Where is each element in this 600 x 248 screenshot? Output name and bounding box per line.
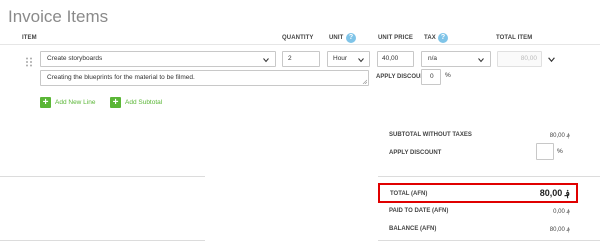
resize-handle-icon[interactable] (362, 79, 367, 84)
line-discount-input[interactable]: 0 (421, 69, 441, 85)
balance-label: BALANCE (AFN) (389, 226, 437, 232)
summary-apply-discount-label: APPLY DISCOUNT (389, 150, 442, 156)
column-header-total-item: TOTAL ITEM (496, 35, 533, 41)
summary-divider-right (378, 176, 600, 177)
section-title: Invoice Items (8, 7, 109, 26)
total-label: TOTAL (AFN) (390, 191, 428, 197)
bottom-divider-left (0, 240, 205, 241)
paid-to-date-value: 0,00 ؋ (553, 209, 570, 215)
column-header-quantity: QUANTITY (282, 35, 314, 41)
balance-value: 80,00 ؋ (549, 227, 570, 233)
line-discount-value: 0 (430, 73, 434, 80)
total-item-field: 80,00 (497, 51, 542, 67)
column-header-unit-price: UNIT PRICE (378, 35, 414, 41)
column-header-item: ITEM (22, 35, 37, 41)
plus-icon: + (110, 97, 121, 108)
plus-icon: + (40, 97, 51, 108)
unit-help-icon[interactable]: ? (346, 33, 356, 43)
chevron-down-icon (478, 58, 484, 63)
line-discount-unit: % (445, 72, 451, 79)
summary-discount-unit: % (557, 148, 563, 155)
total-highlight: TOTAL (AFN) 80,00 ؋ (378, 183, 578, 203)
chevron-down-icon (263, 58, 269, 63)
add-new-line-label: Add New Line (55, 99, 96, 106)
add-subtotal-label: Add Subtotal (125, 99, 163, 106)
description-value: Creating the blueprints for the material… (47, 74, 195, 81)
column-header-unit: UNIT (329, 35, 344, 41)
summary-divider-left (0, 176, 205, 177)
paid-to-date-label: PAID TO DATE (AFN) (389, 208, 449, 214)
drag-handle-icon[interactable] (25, 54, 33, 67)
total-item-value: 80,00 (520, 55, 537, 62)
quantity-input[interactable]: 2 (282, 51, 320, 67)
tax-select[interactable]: n/a (421, 51, 491, 67)
row-options-chevron-icon[interactable] (548, 56, 555, 63)
total-value: 80,00 ؋ (539, 188, 570, 198)
item-select[interactable]: Create storyboards (40, 51, 276, 67)
description-textarea[interactable]: Creating the blueprints for the material… (40, 70, 369, 86)
column-header-tax: TAX (424, 35, 436, 41)
subtotal-label: SUBTOTAL WITHOUT TAXES (389, 132, 472, 138)
quantity-value: 2 (288, 55, 292, 62)
subtotal-value: 80,00 ؋ (549, 133, 570, 139)
unit-select[interactable]: Hour (327, 51, 370, 67)
summary-discount-input[interactable] (536, 143, 554, 160)
unit-value: Hour (333, 55, 348, 62)
header-divider (0, 44, 600, 45)
chevron-down-icon (358, 58, 364, 63)
tax-value: n/a (428, 55, 438, 62)
item-select-value: Create storyboards (47, 55, 103, 62)
bottom-divider-right (378, 240, 600, 241)
unit-price-value: 40,00 (382, 55, 399, 62)
unit-price-input[interactable]: 40,00 (377, 51, 414, 67)
tax-help-icon[interactable]: ? (438, 33, 448, 43)
